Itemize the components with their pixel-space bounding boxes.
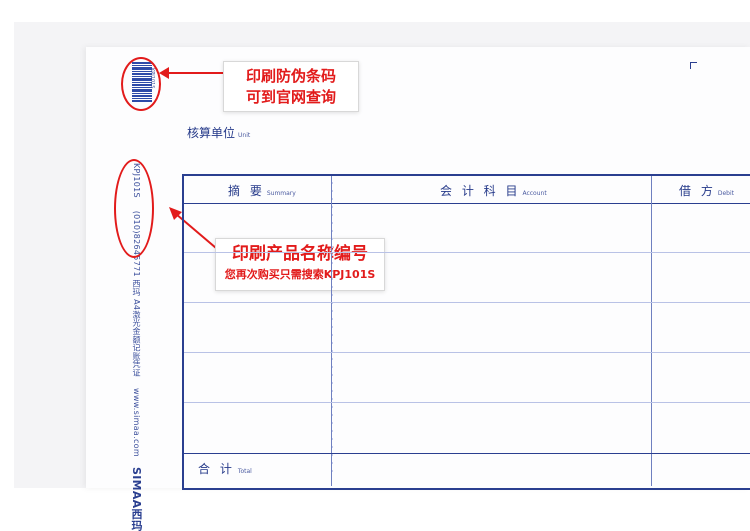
total-label: 合 计 Total — [198, 460, 252, 477]
barcode-callout-line2: 可到官网查询 — [245, 88, 336, 106]
header-summary: 摘 要 Summary — [228, 182, 296, 199]
header-debit: 借 方 Debit — [679, 182, 734, 199]
barcode-highlight-ellipse — [121, 57, 161, 111]
header-summary-en: Summary — [266, 190, 296, 197]
row-divider — [184, 352, 750, 353]
header-account: 会 计 科 目 Account — [440, 182, 547, 199]
unit-label-cn: 核算单位 — [187, 126, 236, 140]
header-account-en: Account — [522, 190, 547, 197]
header-debit-en: Debit — [717, 190, 734, 197]
barcode-callout-line1: 印刷防伪条码 — [245, 67, 336, 85]
unit-label: 核算单位 Unit — [187, 124, 250, 141]
arrow-to-barcode — [159, 67, 223, 79]
guide-dots-1 — [332, 176, 333, 476]
barcode-callout: 印刷防伪条码 可到官网查询 — [223, 61, 359, 112]
header-summary-cn: 摘 要 — [228, 184, 265, 198]
total-en: Total — [237, 468, 252, 475]
header-debit-cn: 借 方 — [679, 184, 716, 198]
product-code-highlight-ellipse — [114, 159, 154, 258]
column-divider-2 — [651, 176, 652, 486]
total-divider — [184, 453, 750, 454]
corner-registration-mark — [690, 62, 697, 69]
row-divider — [184, 302, 750, 303]
unit-label-en: Unit — [238, 132, 251, 139]
voucher-table: 摘 要 Summary 会 计 科 目 Account 借 方 Debit — [182, 174, 750, 490]
side-website: www.simaa.com — [132, 387, 141, 457]
total-cn: 合 计 — [198, 462, 235, 476]
row-divider — [184, 402, 750, 403]
header-account-cn: 会 计 科 目 — [440, 184, 521, 198]
side-brand-logo: SIMAA西玛 — [130, 467, 143, 531]
header-divider — [184, 203, 750, 204]
row-divider — [184, 252, 750, 253]
